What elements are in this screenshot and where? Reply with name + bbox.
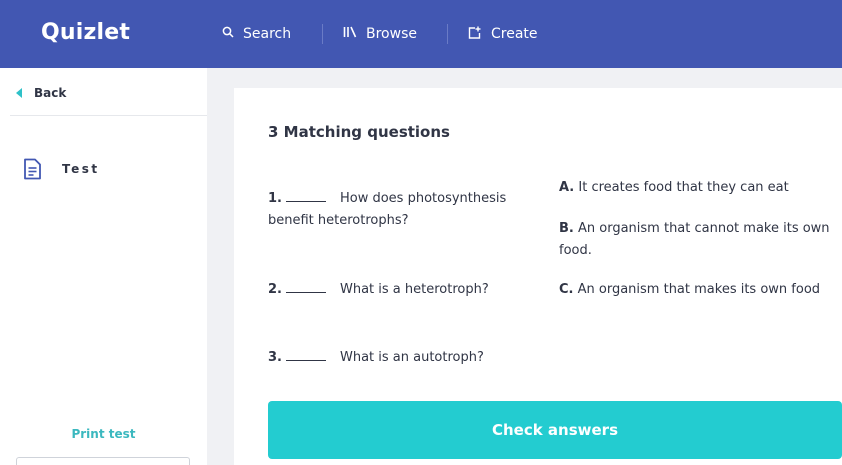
top-nav-bar: Quizlet Search Browse Create bbox=[0, 0, 842, 68]
nav-search-label: Search bbox=[243, 26, 292, 42]
sidebar: Back Test Print test bbox=[0, 68, 207, 465]
create-icon bbox=[468, 26, 482, 43]
sidebar-divider bbox=[10, 115, 207, 116]
matching-question: 2. What is a heterotroph? bbox=[268, 279, 543, 301]
question-text: What is a heterotroph? bbox=[339, 282, 489, 297]
answer-option: B. An organism that cannot make its own … bbox=[559, 218, 842, 262]
print-test-link[interactable]: Print test bbox=[0, 427, 207, 441]
answer-blank[interactable] bbox=[285, 188, 326, 202]
question-number: 2. bbox=[268, 282, 282, 297]
test-card: 3 Matching questions 1. How does photosyn… bbox=[234, 88, 842, 465]
back-arrow-icon bbox=[16, 88, 22, 98]
question-number: 1. bbox=[268, 191, 282, 206]
nav-create-label: Create bbox=[491, 26, 538, 42]
nav-divider bbox=[447, 24, 448, 44]
nav-create[interactable]: Create bbox=[468, 24, 538, 44]
sidebar-item-label: Test bbox=[62, 162, 100, 176]
nav-browse[interactable]: Browse bbox=[343, 24, 417, 44]
answer-text: It creates food that they can eat bbox=[578, 180, 789, 195]
answer-letter: C. bbox=[559, 282, 574, 297]
check-answers-button[interactable]: Check answers bbox=[268, 401, 842, 459]
matching-question: 1. How does photosynthesis benefit hetero… bbox=[268, 188, 543, 232]
back-link[interactable]: Back bbox=[16, 86, 66, 100]
browse-icon bbox=[343, 26, 357, 42]
matching-question: 3. What is an autotroph? bbox=[268, 347, 543, 369]
document-icon bbox=[23, 158, 42, 180]
nav-search[interactable]: Search bbox=[222, 24, 291, 44]
question-text: What is an autotroph? bbox=[339, 350, 484, 365]
nav-browse-label: Browse bbox=[366, 26, 417, 42]
back-label: Back bbox=[34, 86, 67, 100]
sidebar-item-test[interactable]: Test bbox=[23, 158, 100, 180]
answer-letter: B. bbox=[559, 221, 574, 236]
quizlet-logo[interactable]: Quizlet bbox=[41, 20, 130, 45]
answer-blank[interactable] bbox=[285, 279, 326, 293]
question-number: 3. bbox=[268, 350, 282, 365]
answer-text: An organism that makes its own food bbox=[577, 282, 821, 297]
answer-letter: A. bbox=[559, 180, 575, 195]
answer-blank[interactable] bbox=[285, 347, 326, 361]
answer-option: C. An organism that makes its own food bbox=[559, 279, 842, 301]
nav-divider bbox=[322, 24, 323, 44]
sidebar-option-box[interactable] bbox=[16, 457, 190, 465]
answer-text: An organism that cannot make its own foo… bbox=[559, 221, 830, 258]
search-icon bbox=[222, 26, 234, 42]
section-title: 3 Matching questions bbox=[268, 123, 450, 141]
answer-option: A. It creates food that they can eat bbox=[559, 177, 842, 199]
